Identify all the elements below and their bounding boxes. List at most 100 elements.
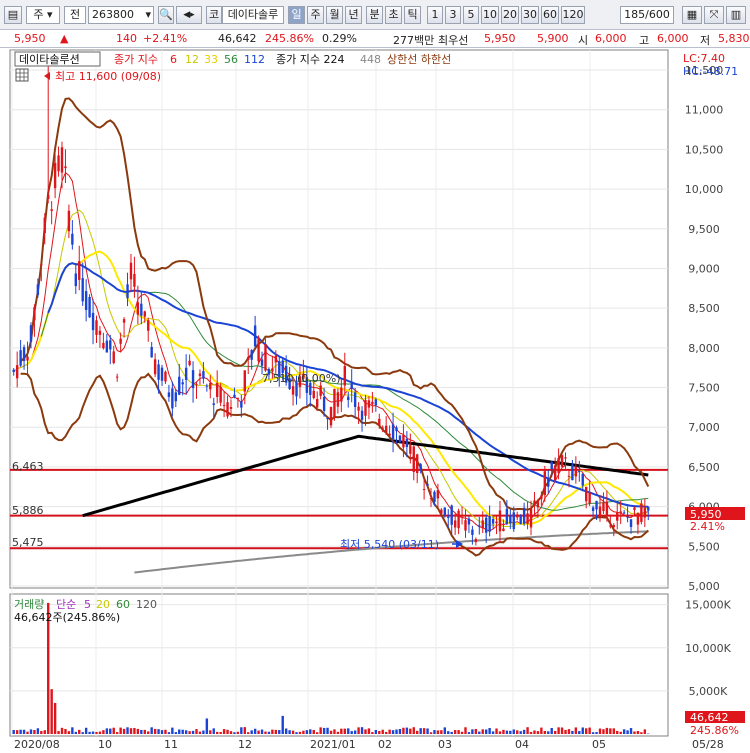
volume-bar xyxy=(275,730,277,734)
candle-body xyxy=(530,509,532,528)
info-ask: 5,950 xyxy=(484,32,516,45)
candle-body xyxy=(185,368,187,380)
candle-body xyxy=(230,407,232,409)
period-select[interactable]: 주 ▾ xyxy=(26,6,60,24)
info-open-label: 시 xyxy=(578,32,588,48)
timeframe-6[interactable]: 틱 xyxy=(404,6,421,24)
candle-body xyxy=(64,166,66,168)
candle-body xyxy=(199,374,201,376)
vol-legend-label: 거래량 xyxy=(14,598,44,611)
volume-bar xyxy=(595,732,597,734)
legend-ma-6: 6 xyxy=(170,53,177,66)
compare-icon[interactable]: ⤧ xyxy=(704,6,724,24)
volume-bar xyxy=(247,732,249,734)
volume-bar xyxy=(330,731,332,734)
count-display[interactable]: 185/600 xyxy=(620,6,674,24)
volume-bar xyxy=(382,730,384,734)
candle-body xyxy=(347,397,349,400)
minute-option-120[interactable]: 120 xyxy=(561,6,585,24)
info-turnover-pct: 0.29% xyxy=(322,32,357,45)
candle-body xyxy=(399,436,401,442)
y-tick-label: 11,000 xyxy=(685,104,724,117)
candle-body xyxy=(516,514,518,517)
volume-bar xyxy=(44,730,46,734)
volume-bar xyxy=(592,732,594,734)
volume-bar xyxy=(540,728,542,734)
candle-body xyxy=(630,519,632,527)
minute-option-20[interactable]: 20 xyxy=(501,6,519,24)
code-input[interactable]: 263800▾ xyxy=(88,6,154,24)
min-label: 최저 5,540 (03/11) xyxy=(340,538,439,551)
mid-label: 7,510 (0.00%) xyxy=(262,372,341,385)
grid-icon[interactable]: ▦ xyxy=(682,6,702,24)
chart-area[interactable]: 11,50011,00010,50010,0009,5009,0008,5008… xyxy=(0,48,750,750)
tools-icon[interactable]: ▥ xyxy=(726,6,746,24)
hc-label: HC:-48.71 xyxy=(683,65,738,78)
volume-bar xyxy=(99,732,101,734)
candle-body xyxy=(50,209,52,211)
volume-bar xyxy=(433,730,435,734)
timeframe-1[interactable]: 주 xyxy=(307,6,324,24)
type-select[interactable]: 전 xyxy=(64,6,86,24)
info-open: 6,000 xyxy=(595,32,627,45)
volume-bar xyxy=(402,728,404,734)
volume-bar xyxy=(588,728,590,734)
volume-bar xyxy=(178,729,180,734)
volume-bar xyxy=(306,730,308,734)
chart-menu-icon[interactable]: ▤ xyxy=(4,6,22,24)
candle-body xyxy=(144,311,146,316)
candle-body xyxy=(40,264,42,265)
info-high: 6,000 xyxy=(657,32,689,45)
info-bar: 5,950 ▲ 140 +2.41% 46,642 245.86% 0.29% … xyxy=(0,30,750,48)
candle-body xyxy=(613,525,615,527)
minute-option-60[interactable]: 60 xyxy=(541,6,559,24)
candle-body xyxy=(451,506,453,525)
candle-body xyxy=(454,520,456,527)
volume-bar xyxy=(637,731,639,734)
candle-body xyxy=(392,424,394,439)
candle-body xyxy=(113,351,115,363)
candle-body xyxy=(206,386,208,387)
minute-option-10[interactable]: 10 xyxy=(481,6,499,24)
info-bid: 5,900 xyxy=(537,32,569,45)
timeframe-0[interactable]: 일 xyxy=(288,6,305,24)
table-icon[interactable] xyxy=(16,69,28,81)
legend-ma-448: 448 xyxy=(360,53,381,66)
y-tick-label: 7,000 xyxy=(688,421,720,434)
candle-body xyxy=(619,511,621,513)
volume-bar xyxy=(551,728,553,734)
volume-bar xyxy=(37,728,39,734)
volume-bar xyxy=(292,731,294,734)
volume-bar xyxy=(23,730,25,734)
minute-option-30[interactable]: 30 xyxy=(521,6,539,24)
candle-body xyxy=(123,319,125,323)
candle-body xyxy=(261,359,263,365)
timeframe-3[interactable]: 년 xyxy=(345,6,362,24)
timeframe-2[interactable]: 월 xyxy=(326,6,343,24)
minute-option-5[interactable]: 5 xyxy=(463,6,479,24)
candle-body xyxy=(361,411,363,420)
info-low: 5,830 xyxy=(718,32,750,45)
volume-bar xyxy=(354,731,356,734)
market-button[interactable]: 코 xyxy=(206,6,222,24)
volume-bar xyxy=(413,727,415,734)
candle-body xyxy=(354,392,356,407)
vol-y-tick-label: 5,000K xyxy=(689,685,728,698)
volume-bar xyxy=(582,727,584,734)
volume-bar xyxy=(426,728,428,734)
minute-option-1[interactable]: 1 xyxy=(427,6,443,24)
search-icon[interactable]: 🔍 xyxy=(158,6,174,24)
prev-next-icon[interactable]: ◀▸ xyxy=(176,6,202,24)
minute-option-3[interactable]: 3 xyxy=(445,6,461,24)
volume-bar xyxy=(116,732,118,734)
legend-ma-56: 56 xyxy=(224,53,238,66)
volume-bar xyxy=(299,732,301,734)
volume-bar xyxy=(175,732,177,734)
x-tick-label: 03 xyxy=(438,738,452,750)
timeframe-4[interactable]: 분 xyxy=(366,6,383,24)
timeframe-5[interactable]: 초 xyxy=(385,6,402,24)
candle-body xyxy=(471,530,473,535)
volume-bar xyxy=(575,727,577,734)
candle-body xyxy=(433,492,435,502)
x-tick-label: 2021/01 xyxy=(310,738,356,750)
